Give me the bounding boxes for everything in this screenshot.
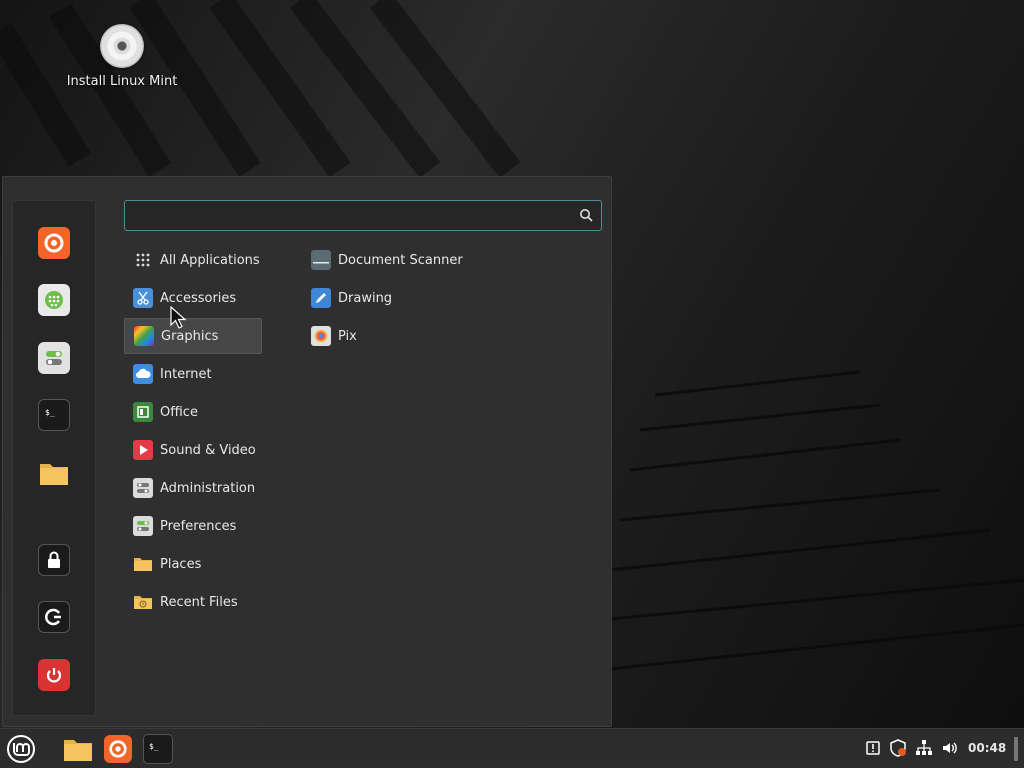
notification-icon[interactable] — [864, 739, 882, 757]
category-label: Internet — [160, 366, 212, 382]
logout-icon[interactable] — [38, 601, 70, 633]
taskbar-terminal-launcher[interactable]: $_ — [143, 734, 173, 764]
category-label: Office — [160, 404, 198, 420]
app-drawing[interactable]: Drawing — [302, 280, 602, 316]
administration-icon — [133, 478, 153, 498]
category-sound-video[interactable]: Sound & Video — [124, 432, 262, 468]
search-box[interactable] — [124, 200, 602, 231]
firefox-icon[interactable] — [38, 227, 70, 259]
recent-folder-icon — [133, 592, 153, 612]
application-menu: $_ All Applications Accessories Graphics… — [2, 176, 612, 727]
disc-icon — [100, 24, 144, 68]
terminal-icon[interactable]: $_ — [38, 399, 70, 431]
category-administration[interactable]: Administration — [124, 470, 262, 506]
power-icon[interactable] — [38, 659, 70, 691]
settings-icon[interactable] — [38, 342, 70, 374]
show-desktop-button[interactable] — [1014, 737, 1018, 761]
office-icon — [133, 402, 153, 422]
category-places[interactable]: Places — [124, 546, 262, 582]
taskbar-files-launcher[interactable] — [62, 733, 94, 765]
search-input[interactable] — [125, 201, 565, 230]
category-label: Sound & Video — [160, 442, 256, 458]
cloud-icon — [133, 364, 153, 384]
lock-icon[interactable] — [38, 544, 70, 576]
category-office[interactable]: Office — [124, 394, 262, 430]
volume-icon[interactable] — [941, 739, 959, 757]
category-label: Places — [160, 556, 202, 572]
category-graphics[interactable]: Graphics — [124, 318, 262, 354]
app-label: Drawing — [338, 290, 393, 306]
category-label: All Applications — [160, 252, 260, 268]
taskbar-firefox-launcher[interactable] — [104, 735, 132, 763]
pencil-icon — [311, 288, 331, 308]
app-label: Document Scanner — [338, 252, 463, 268]
files-icon — [64, 740, 92, 761]
favorites-sidebar: $_ — [12, 200, 96, 716]
graphics-icon — [134, 326, 154, 346]
firefox-icon — [109, 740, 127, 758]
folder-icon — [133, 554, 153, 574]
network-icon[interactable] — [915, 739, 933, 757]
scanner-icon — [311, 250, 331, 270]
category-preferences[interactable]: Preferences — [124, 508, 262, 544]
desktop-icon-label: Install Linux Mint — [66, 74, 178, 89]
app-label: Pix — [338, 328, 357, 344]
mouse-cursor — [170, 306, 187, 329]
update-manager-shield-icon[interactable] — [889, 739, 907, 757]
pix-icon — [311, 326, 331, 346]
svg-text:$_: $_ — [149, 742, 159, 751]
preferences-icon — [133, 516, 153, 536]
category-label: Preferences — [160, 518, 237, 534]
category-label: Recent Files — [160, 594, 238, 610]
files-icon[interactable] — [38, 457, 70, 489]
search-icon — [580, 209, 593, 222]
scissors-icon — [133, 288, 153, 308]
app-document-scanner[interactable]: Document Scanner — [302, 242, 602, 278]
category-label: Accessories — [160, 290, 237, 306]
category-label: Graphics — [161, 328, 219, 344]
terminal-icon: $_ — [149, 742, 159, 751]
software-manager-icon[interactable] — [38, 284, 70, 316]
clock[interactable]: 00:48 — [968, 741, 1006, 755]
grid-icon — [133, 250, 153, 270]
menu-button[interactable] — [4, 733, 38, 765]
category-label: Administration — [160, 480, 256, 496]
svg-text:$_: $_ — [45, 408, 55, 417]
category-recent-files[interactable]: Recent Files — [124, 584, 262, 620]
play-icon — [133, 440, 153, 460]
category-internet[interactable]: Internet — [124, 356, 262, 392]
category-all-applications[interactable]: All Applications — [124, 242, 262, 278]
taskbar: $_ 00:48 — [0, 728, 1024, 768]
category-accessories[interactable]: Accessories — [124, 280, 262, 316]
linux-mint-logo-icon — [7, 735, 35, 763]
desktop-icon-install-linux-mint[interactable]: Install Linux Mint — [62, 24, 182, 89]
app-pix[interactable]: Pix — [302, 318, 602, 354]
